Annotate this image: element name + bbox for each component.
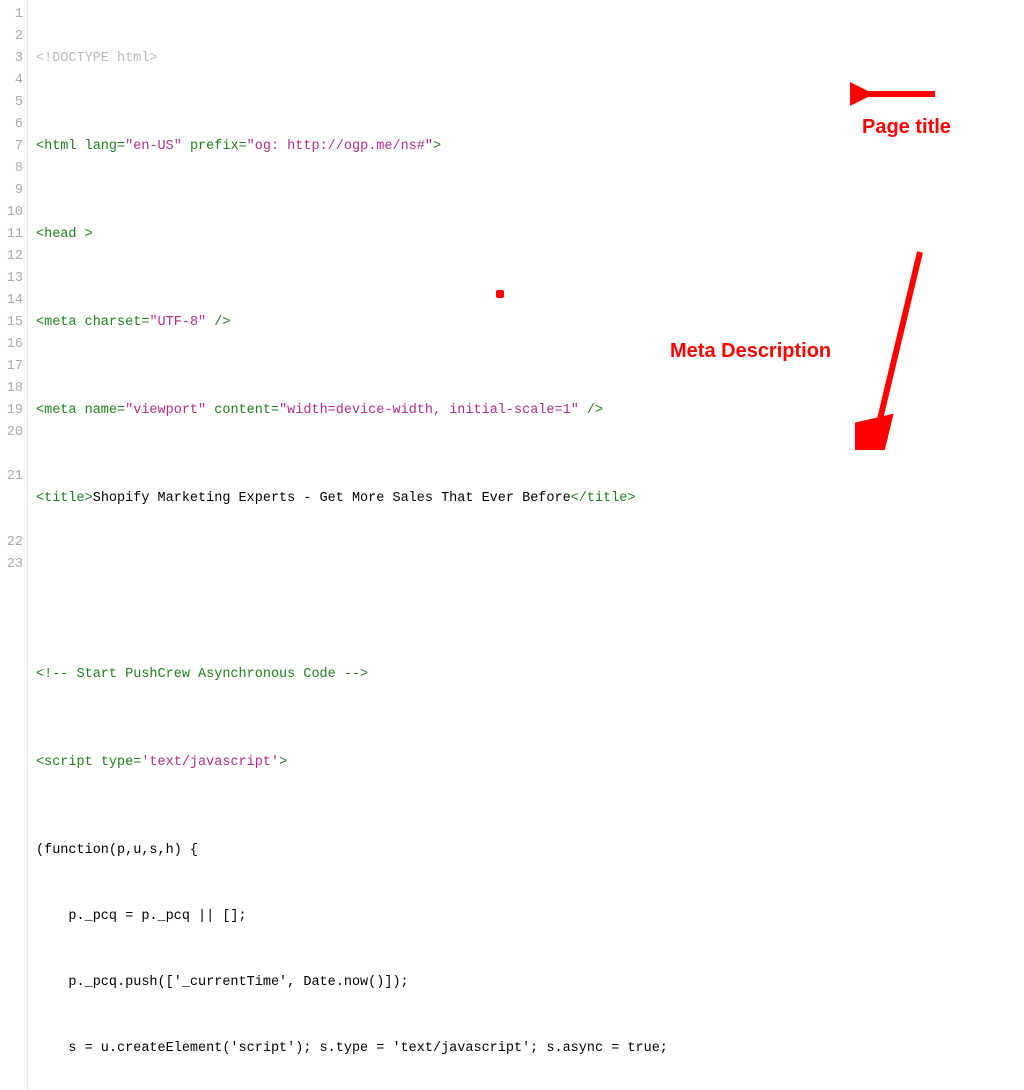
line-number: 15 — [0, 312, 23, 334]
line-number: 23 — [0, 554, 23, 576]
line-number: 7 — [0, 136, 23, 158]
line-number: 11 — [0, 224, 23, 246]
code-editor: 1 2 3 4 5 6 7 8 9 10 11 12 13 14 15 16 1… — [0, 0, 1024, 1090]
code-content[interactable]: <!DOCTYPE html> <html lang="en-US" prefi… — [28, 0, 1024, 1090]
line-number: 16 — [0, 334, 23, 356]
line-number: 1 — [0, 4, 23, 26]
line-number: 8 — [0, 158, 23, 180]
line-number: 21 — [0, 466, 23, 532]
page-title-text: Shopify Marketing Experts - Get More Sal… — [93, 491, 571, 506]
line-number: 19 — [0, 400, 23, 422]
line-number: 18 — [0, 378, 23, 400]
line-number: 13 — [0, 268, 23, 290]
line-number-gutter: 1 2 3 4 5 6 7 8 9 10 11 12 13 14 15 16 1… — [0, 0, 28, 1090]
line-number: 12 — [0, 246, 23, 268]
line-number: 5 — [0, 92, 23, 114]
line-number: 6 — [0, 114, 23, 136]
line-number: 2 — [0, 26, 23, 48]
line-number: 4 — [0, 70, 23, 92]
dot-marker-icon — [496, 290, 504, 298]
line-number: 22 — [0, 532, 23, 554]
line-number: 20 — [0, 422, 23, 466]
line-number: 9 — [0, 180, 23, 202]
code-text: <!DOCTYPE html> — [36, 51, 158, 66]
line-number: 3 — [0, 48, 23, 70]
line-number: 17 — [0, 356, 23, 378]
line-number: 14 — [0, 290, 23, 312]
line-number: 10 — [0, 202, 23, 224]
